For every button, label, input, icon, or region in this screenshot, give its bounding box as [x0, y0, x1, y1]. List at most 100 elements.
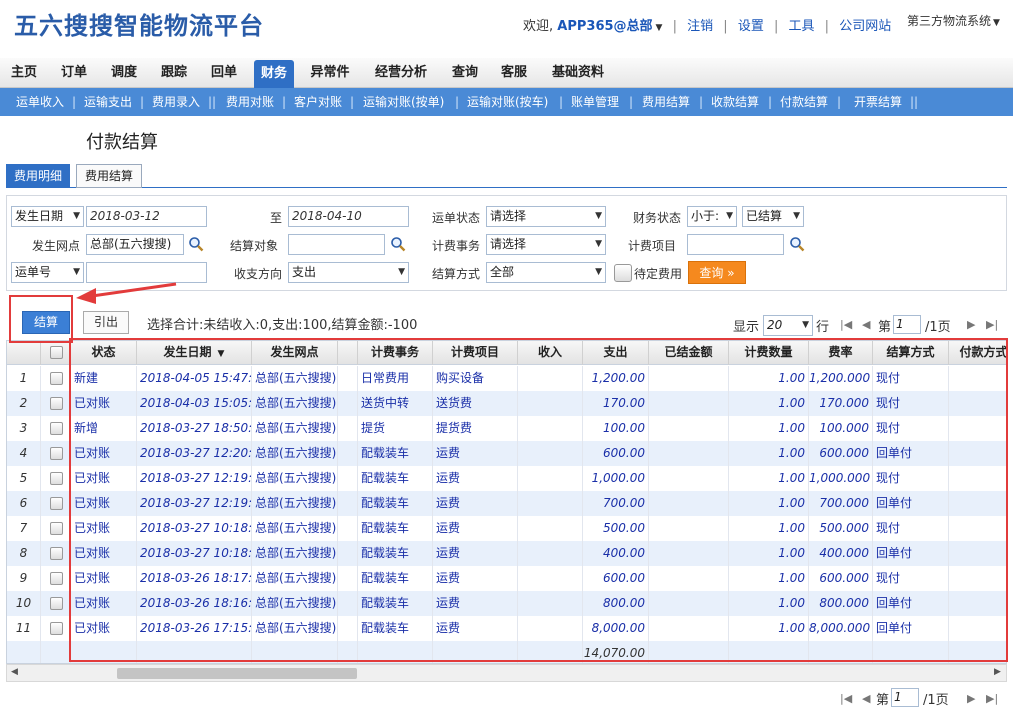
date-type-select[interactable]: 发生日期 ▼ — [11, 206, 84, 227]
sub-menu-item-customer-reconcile[interactable]: 客户对账 — [294, 88, 342, 116]
direction-select[interactable]: 支出 ▼ — [288, 262, 409, 283]
export-button[interactable]: 引出 — [83, 311, 129, 334]
settings-link[interactable]: 设置 — [738, 19, 764, 34]
last-page-icon[interactable]: ▶| — [986, 318, 998, 331]
main-menu-item-home[interactable]: 主页 — [4, 58, 44, 88]
date-to-input[interactable]: 2018-04-10 — [288, 206, 409, 227]
row-select-cell — [41, 391, 71, 416]
row-checkbox[interactable] — [50, 622, 63, 635]
tools-link[interactable]: 工具 — [789, 19, 815, 34]
row-checkbox[interactable] — [50, 372, 63, 385]
row-checkbox[interactable] — [50, 522, 63, 535]
first-page-icon[interactable]: |◀ — [840, 692, 852, 705]
logout-link[interactable]: 注销 — [687, 19, 713, 34]
table-cell-empty — [7, 641, 41, 663]
sub-menu-item-invoice-settlement[interactable]: 开票结算 — [854, 88, 902, 116]
tab-fee-settlement[interactable]: 费用结算 — [76, 164, 142, 188]
page-title: 付款结算 — [86, 132, 158, 153]
waybill-status-select[interactable]: 请选择 ▼ — [486, 206, 606, 227]
table-cell-idx: 9 — [7, 566, 41, 591]
page-size-select[interactable]: 20 ▼ — [763, 315, 813, 336]
chevron-down-icon[interactable]: ▼ — [656, 23, 663, 33]
main-menu-item-basic-data[interactable]: 基础资料 — [544, 58, 612, 88]
divider: | — [672, 19, 677, 34]
system-switcher[interactable]: 第三方物流系统 ▼ — [907, 12, 1000, 29]
row-checkbox[interactable] — [50, 422, 63, 435]
sub-menu-item-transport-reconcile-car[interactable]: 运输对账(按车) — [467, 88, 548, 116]
row-select-cell — [41, 366, 71, 391]
row-checkbox[interactable] — [50, 397, 63, 410]
fee-affair-value: 请选择 — [490, 237, 527, 251]
last-page-icon[interactable]: ▶| — [986, 692, 998, 705]
table-cell-idx: 10 — [7, 591, 41, 616]
fee-item-label: 计费项目 — [628, 239, 677, 253]
search-icon[interactable] — [390, 236, 406, 252]
fee-item-input[interactable] — [687, 234, 784, 255]
user-menu[interactable]: APP365@总部 — [557, 19, 652, 34]
next-page-icon[interactable]: ▶ — [967, 318, 975, 331]
fee-affair-select[interactable]: 请选择 ▼ — [486, 234, 606, 255]
pending-fee-checkbox[interactable] — [614, 264, 632, 282]
divider: | — [350, 95, 355, 109]
finance-status-select[interactable]: 已结算 ▼ — [742, 206, 804, 227]
tab-fee-details[interactable]: 费用明细 — [6, 164, 70, 188]
divider: | — [282, 95, 287, 109]
main-menu-item-service[interactable]: 客服 — [494, 58, 534, 88]
number-type-value: 运单号 — [15, 265, 52, 279]
main-menu-item-analysis[interactable]: 经营分析 — [366, 58, 436, 88]
sub-menu-item-fee-reconcile[interactable]: 费用对账 — [226, 88, 274, 116]
main-menu-item-tracking[interactable]: 跟踪 — [154, 58, 194, 88]
next-page-icon[interactable]: ▶ — [967, 692, 975, 705]
scrollbar-thumb[interactable] — [117, 668, 357, 679]
divider: | — [629, 95, 634, 109]
main-menu-item-dispatch[interactable]: 调度 — [104, 58, 144, 88]
prev-page-icon[interactable]: ◀ — [862, 692, 870, 705]
prev-page-icon[interactable]: ◀ — [862, 318, 870, 331]
col-select-all[interactable] — [41, 341, 71, 365]
query-button[interactable]: 查询 » — [688, 261, 746, 284]
row-checkbox[interactable] — [50, 547, 63, 560]
divider: | — [455, 95, 460, 109]
site-input[interactable]: 总部(五六搜搜) — [86, 234, 184, 255]
search-icon[interactable] — [789, 236, 805, 252]
settle-method-label: 结算方式 — [432, 267, 481, 281]
to-label: 至 — [270, 211, 283, 225]
sub-menu-item-fee-entry[interactable]: 费用录入 — [152, 88, 200, 116]
date-from-input[interactable]: 2018-03-12 — [86, 206, 207, 227]
settle-method-select[interactable]: 全部 ▼ — [486, 262, 606, 283]
sub-menu-item-collection-settlement[interactable]: 收款结算 — [711, 88, 759, 116]
scroll-right-icon[interactable]: ▶ — [994, 667, 1001, 677]
main-menu-item-orders[interactable]: 订单 — [54, 58, 94, 88]
sub-menu-item-waybill-income[interactable]: 运单收入 — [16, 88, 64, 116]
page-input[interactable]: 1 — [893, 315, 921, 334]
sub-menu-item-payment-settlement[interactable]: 付款结算 — [780, 88, 828, 116]
scroll-left-icon[interactable]: ◀ — [11, 667, 18, 677]
sub-menu-item-bill-management[interactable]: 账单管理 — [571, 88, 619, 116]
page-input[interactable]: 1 — [891, 688, 919, 707]
row-checkbox[interactable] — [50, 497, 63, 510]
settle-object-input[interactable] — [288, 234, 385, 255]
select-all-checkbox[interactable] — [50, 346, 63, 359]
table-cell-idx: 1 — [7, 366, 41, 391]
chevron-down-icon: ▼ — [595, 239, 602, 249]
main-menu-item-receipt[interactable]: 回单 — [204, 58, 244, 88]
sub-menu-item-transport-reconcile-order[interactable]: 运输对账(按单) — [363, 88, 444, 116]
first-page-icon[interactable]: |◀ — [840, 318, 852, 331]
fee-affair-label: 计费事务 — [432, 239, 481, 253]
table-cell-idx: 2 — [7, 391, 41, 416]
company-site-link[interactable]: 公司网站 — [839, 19, 891, 34]
sub-menu-item-fee-settlement[interactable]: 费用结算 — [642, 88, 690, 116]
horizontal-scrollbar[interactable]: ◀ ▶ — [6, 664, 1007, 682]
row-checkbox[interactable] — [50, 572, 63, 585]
finance-op-select[interactable]: 小于: ▼ — [687, 206, 737, 227]
divider: | — [723, 19, 728, 34]
main-menu-item-query[interactable]: 查询 — [446, 58, 484, 88]
row-checkbox[interactable] — [50, 472, 63, 485]
main-menu-item-finance[interactable]: 财务 — [254, 60, 294, 88]
row-checkbox[interactable] — [50, 447, 63, 460]
chevron-down-icon: ▼ — [595, 211, 602, 221]
main-menu-item-exceptions[interactable]: 异常件 — [304, 58, 356, 88]
row-checkbox[interactable] — [50, 597, 63, 610]
search-icon[interactable] — [188, 236, 204, 252]
sub-menu-item-transport-expense[interactable]: 运输支出 — [84, 88, 132, 116]
